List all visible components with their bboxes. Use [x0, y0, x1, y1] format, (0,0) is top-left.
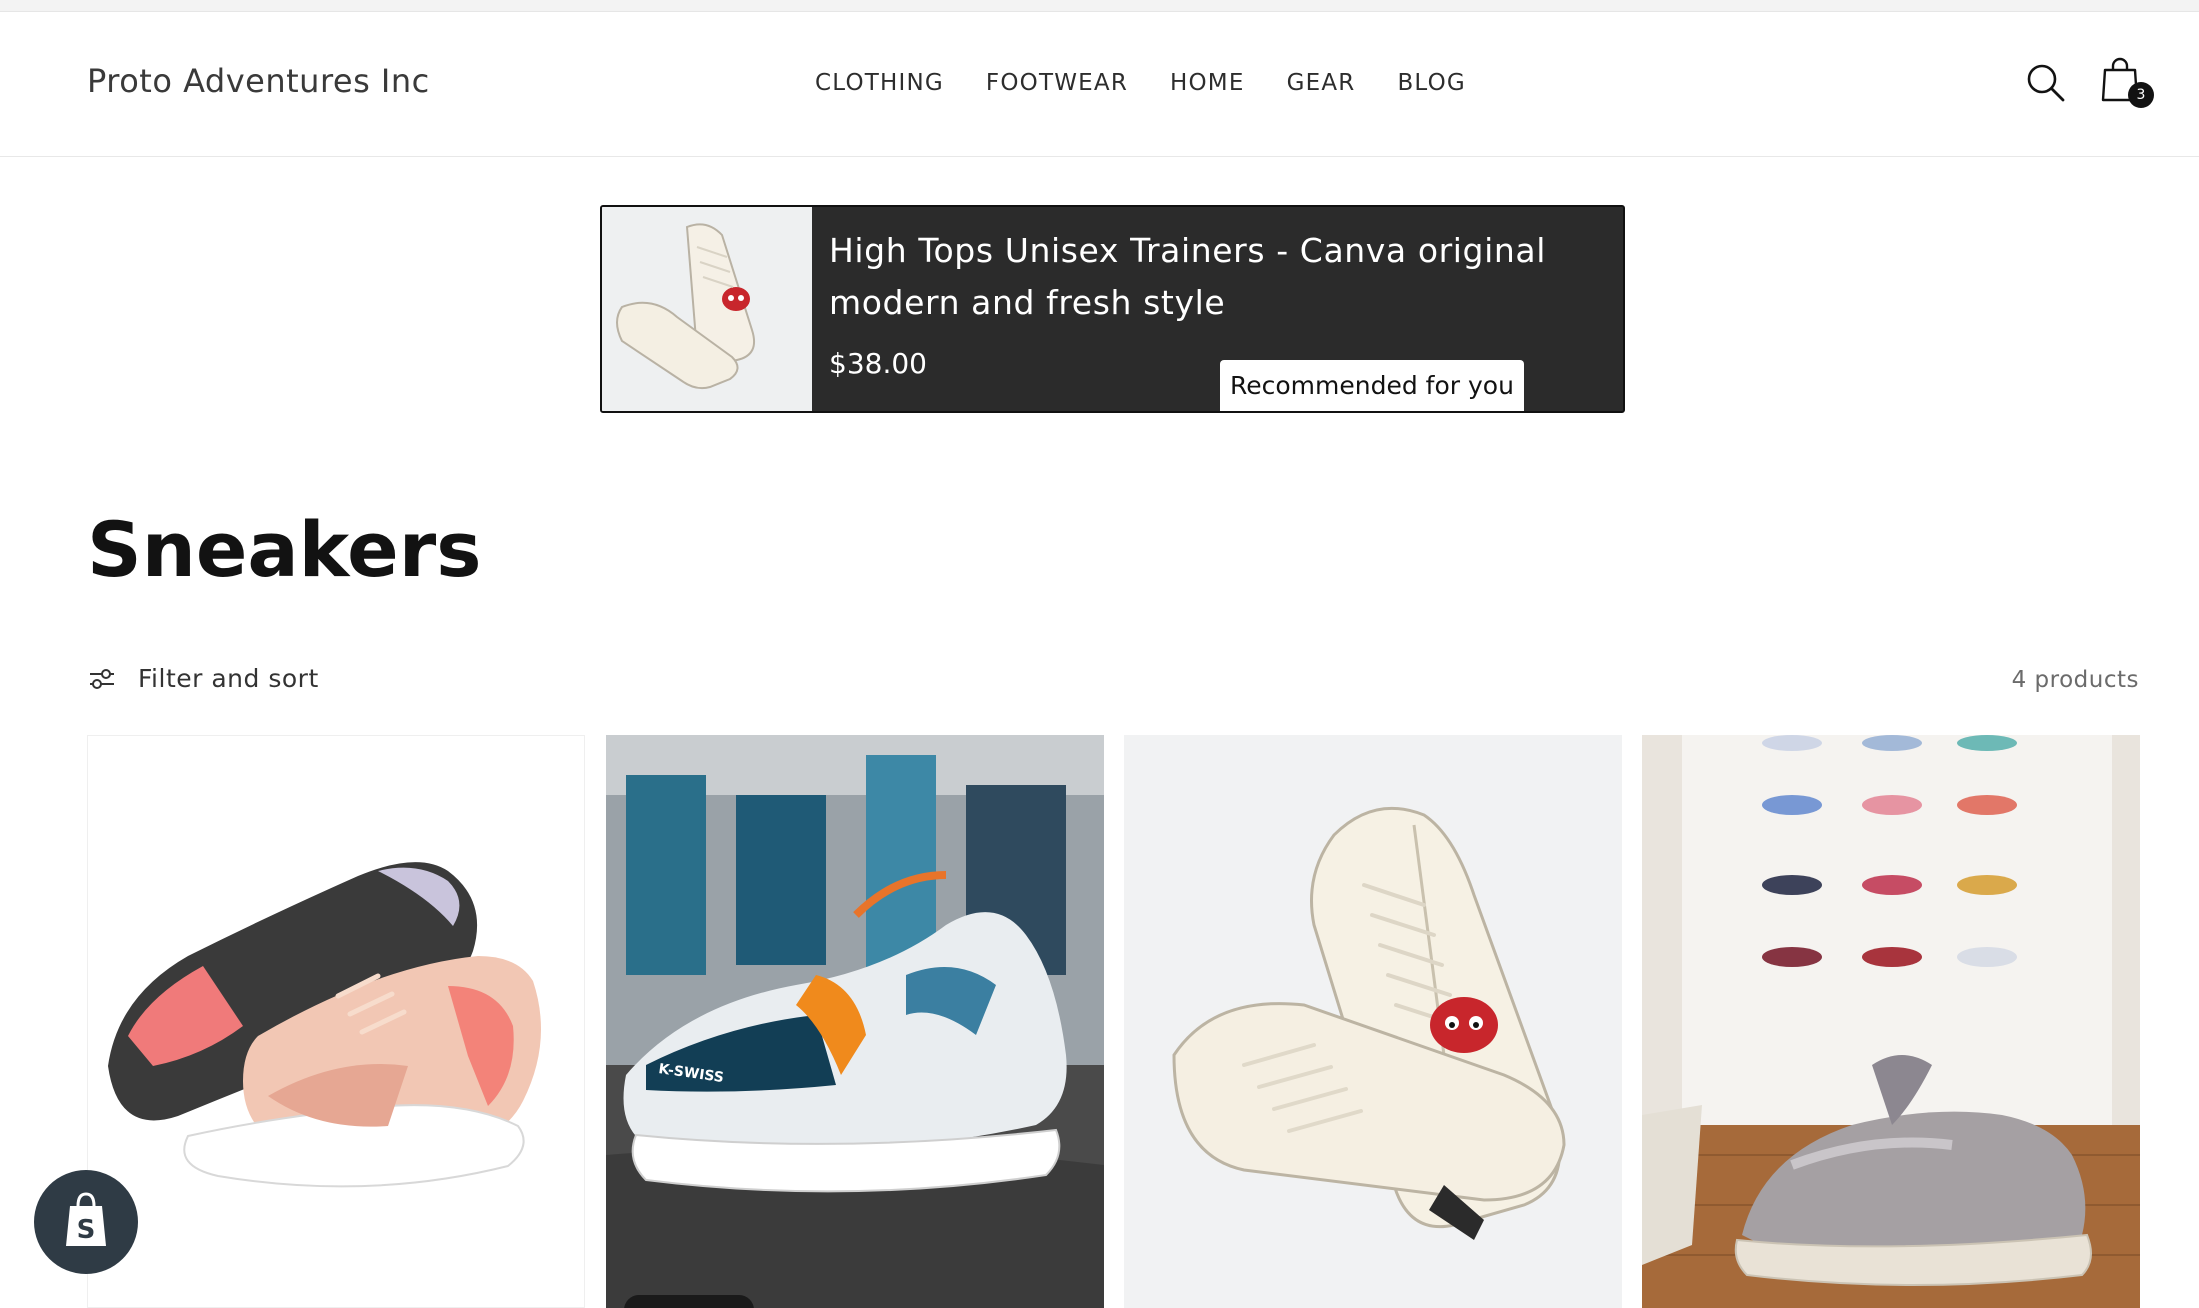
- kswiss-sneaker-street-image: K-SWISS: [606, 735, 1104, 1308]
- recommended-product-thumbnail: [602, 207, 812, 411]
- collection-title: Sneakers: [87, 505, 482, 594]
- product-card[interactable]: K-SWISS: [606, 735, 1104, 1308]
- product-grid: K-SWISS: [87, 735, 2140, 1308]
- filter-and-sort-button[interactable]: Filter and sort: [88, 664, 319, 693]
- nav-blog[interactable]: BLOG: [1397, 70, 1466, 96]
- search-icon: [2027, 64, 2065, 102]
- pink-running-sneaker-image: [88, 736, 584, 1307]
- grey-chunky-sneaker-floor-image: [1642, 735, 2140, 1308]
- filter-and-sort-label: Filter and sort: [138, 664, 319, 693]
- nav-footwear[interactable]: FOOTWEAR: [986, 70, 1128, 96]
- svg-text:S: S: [77, 1215, 96, 1245]
- cart-button[interactable]: 3: [2100, 56, 2154, 112]
- nav-gear[interactable]: GEAR: [1287, 70, 1356, 96]
- nav-home[interactable]: HOME: [1170, 70, 1245, 96]
- recommended-for-you-badge: Recommended for you: [1220, 360, 1524, 411]
- top-announcement-strip: [0, 0, 2199, 12]
- cart-count-badge: 3: [2128, 82, 2154, 108]
- recommended-product-title[interactable]: High Tops Unisex Trainers - Canva origin…: [829, 225, 1589, 329]
- product-card[interactable]: [87, 735, 585, 1308]
- nav-clothing[interactable]: CLOTHING: [815, 70, 944, 96]
- product-card[interactable]: [1124, 735, 1622, 1308]
- recommended-product-price: $38.00: [829, 347, 927, 380]
- recommendation-card[interactable]: High Tops Unisex Trainers - Canva origin…: [600, 205, 1625, 413]
- main-nav: CLOTHING FOOTWEAR HOME GEAR BLOG: [815, 70, 1466, 96]
- product-card[interactable]: [1642, 735, 2140, 1308]
- site-header: Proto Adventures Inc CLOTHING FOOTWEAR H…: [0, 12, 2199, 157]
- product-count: 4 products: [2011, 667, 2139, 693]
- store-brand[interactable]: Proto Adventures Inc: [87, 62, 430, 100]
- white-high-top-sneakers-image: [1124, 735, 1622, 1308]
- shopify-chat-button[interactable]: S: [34, 1170, 138, 1274]
- sliders-icon: [90, 668, 114, 689]
- search-button[interactable]: [2025, 62, 2067, 104]
- shopify-bag-icon: S: [66, 1192, 106, 1246]
